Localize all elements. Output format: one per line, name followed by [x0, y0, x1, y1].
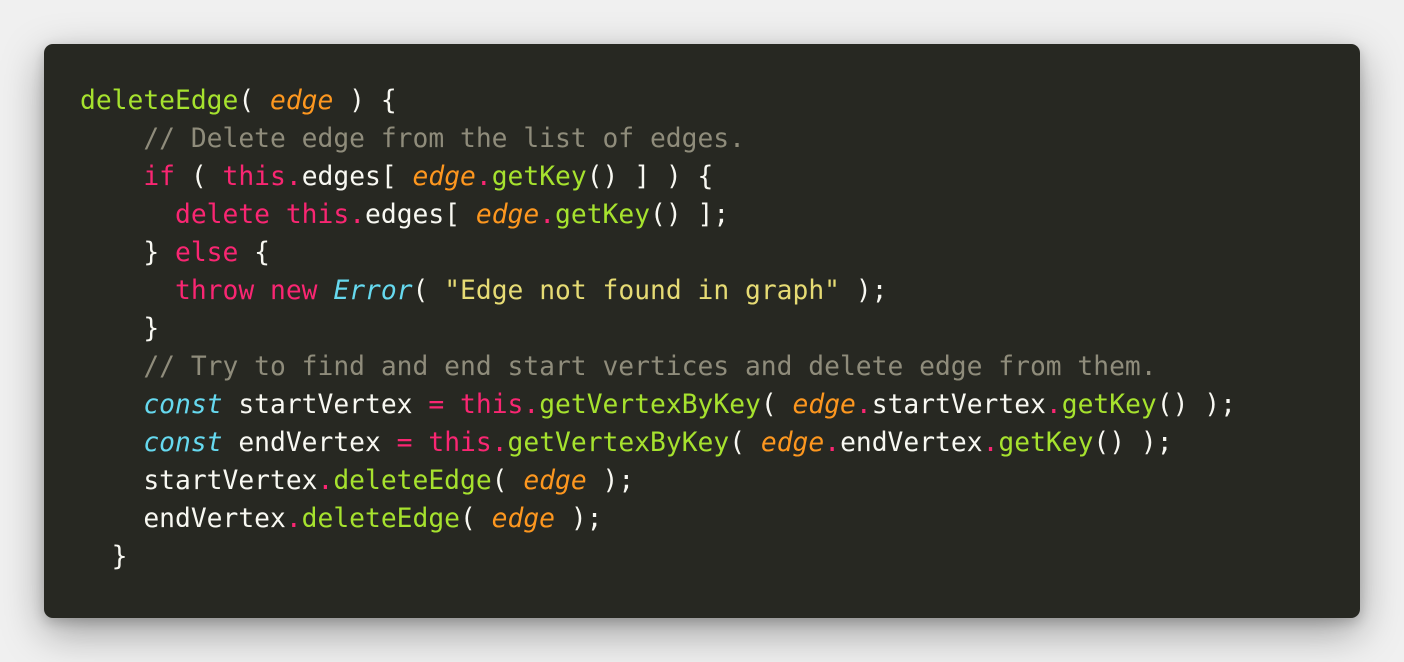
keyword: this	[428, 428, 492, 458]
parameter-name: edge	[412, 162, 476, 192]
operator: .	[982, 428, 999, 458]
code-block: deleteEdge( edge ) { // Delete edge from…	[80, 82, 1236, 576]
code-text: () );	[1156, 390, 1236, 420]
operator: =	[396, 428, 413, 458]
function-name: deleteEdge	[80, 86, 239, 116]
code-text: edges[	[301, 162, 413, 192]
code-text: );	[555, 504, 603, 534]
code-line: throw new Error( "Edge not found in grap…	[80, 272, 1236, 310]
code-text: );	[840, 276, 888, 306]
code-line: if ( this.edges[ edge.getKey() ] ) {	[80, 158, 1236, 196]
operator: .	[475, 162, 492, 192]
code-text: ) {	[333, 86, 397, 116]
keyword: this	[222, 162, 286, 192]
code-comment: // Delete edge from the list of edges.	[143, 124, 745, 154]
parameter-name: edge	[792, 390, 856, 420]
code-snippet-window: deleteEdge( edge ) { // Delete edge from…	[44, 44, 1360, 618]
code-text: startVertex	[871, 390, 1046, 420]
code-line: }	[80, 310, 1236, 348]
code-text: (	[460, 504, 492, 534]
keyword: throw	[175, 276, 255, 306]
parameter-name: edge	[523, 466, 587, 496]
function-name: deleteEdge	[333, 466, 492, 496]
keyword: delete	[175, 200, 270, 230]
code-text: {	[238, 238, 271, 268]
operator: .	[523, 390, 540, 420]
code-text: (	[175, 162, 223, 192]
keyword: this	[285, 200, 350, 230]
code-text: () ];	[650, 200, 730, 230]
operator: .	[855, 390, 872, 420]
operator: .	[285, 162, 302, 192]
code-text: }	[80, 238, 175, 268]
function-name: getKey	[555, 200, 651, 230]
operator: .	[1045, 390, 1062, 420]
operator: .	[285, 504, 302, 534]
code-line: deleteEdge( edge ) {	[80, 82, 1236, 120]
code-line: } else {	[80, 234, 1236, 272]
code-line: }	[80, 538, 1236, 576]
function-name: getKey	[1061, 390, 1157, 420]
keyword: if	[143, 162, 176, 192]
code-line: endVertex.deleteEdge( edge );	[80, 500, 1236, 538]
code-text: }	[80, 542, 128, 572]
operator: .	[317, 466, 334, 496]
code-line: const endVertex = this.getVertexByKey( e…	[80, 424, 1236, 462]
function-name: getVertexByKey	[539, 390, 761, 420]
code-line: // Try to find and end start vertices an…	[80, 348, 1236, 386]
code-line: // Delete edge from the list of edges.	[80, 120, 1236, 158]
operator: .	[539, 200, 556, 230]
function-name: getKey	[491, 162, 587, 192]
code-text: (	[760, 390, 793, 420]
code-text: () ] ) {	[586, 162, 714, 192]
keyword: this	[460, 390, 524, 420]
code-text: endVertex	[840, 428, 983, 458]
parameter-name: edge	[270, 86, 334, 116]
code-text: (	[238, 86, 270, 116]
keyword: else	[175, 238, 239, 268]
code-text: () );	[1093, 428, 1173, 458]
function-name: getVertexByKey	[507, 428, 730, 458]
code-text: startVertex	[222, 390, 429, 420]
code-comment: // Try to find and end start vertices an…	[143, 352, 1157, 382]
keyword: new	[270, 276, 318, 306]
parameter-name: edge	[491, 504, 556, 534]
function-name: deleteEdge	[301, 504, 460, 534]
code-text: (	[491, 466, 524, 496]
code-text: (	[412, 276, 445, 306]
code-text: }	[80, 314, 160, 344]
code-text: endVertex	[80, 504, 286, 534]
parameter-name: edge	[760, 428, 825, 458]
class-name: Error	[333, 276, 413, 306]
operator: .	[491, 428, 508, 458]
code-text: endVertex	[222, 428, 397, 458]
operator: .	[824, 428, 841, 458]
code-line: startVertex.deleteEdge( edge );	[80, 462, 1236, 500]
operator: =	[428, 390, 445, 420]
code-line: const startVertex = this.getVertexByKey(…	[80, 386, 1236, 424]
code-line: delete this.edges[ edge.getKey() ];	[80, 196, 1236, 234]
parameter-name: edge	[475, 200, 540, 230]
function-name: getKey	[998, 428, 1094, 458]
storage-keyword: const	[143, 428, 223, 458]
string-literal: "Edge not found in graph"	[444, 276, 841, 306]
storage-keyword: const	[143, 390, 223, 420]
code-text: startVertex	[80, 466, 318, 496]
code-text: );	[586, 466, 635, 496]
code-text: edges[	[365, 200, 476, 230]
operator: .	[349, 200, 366, 230]
code-text: (	[729, 428, 761, 458]
